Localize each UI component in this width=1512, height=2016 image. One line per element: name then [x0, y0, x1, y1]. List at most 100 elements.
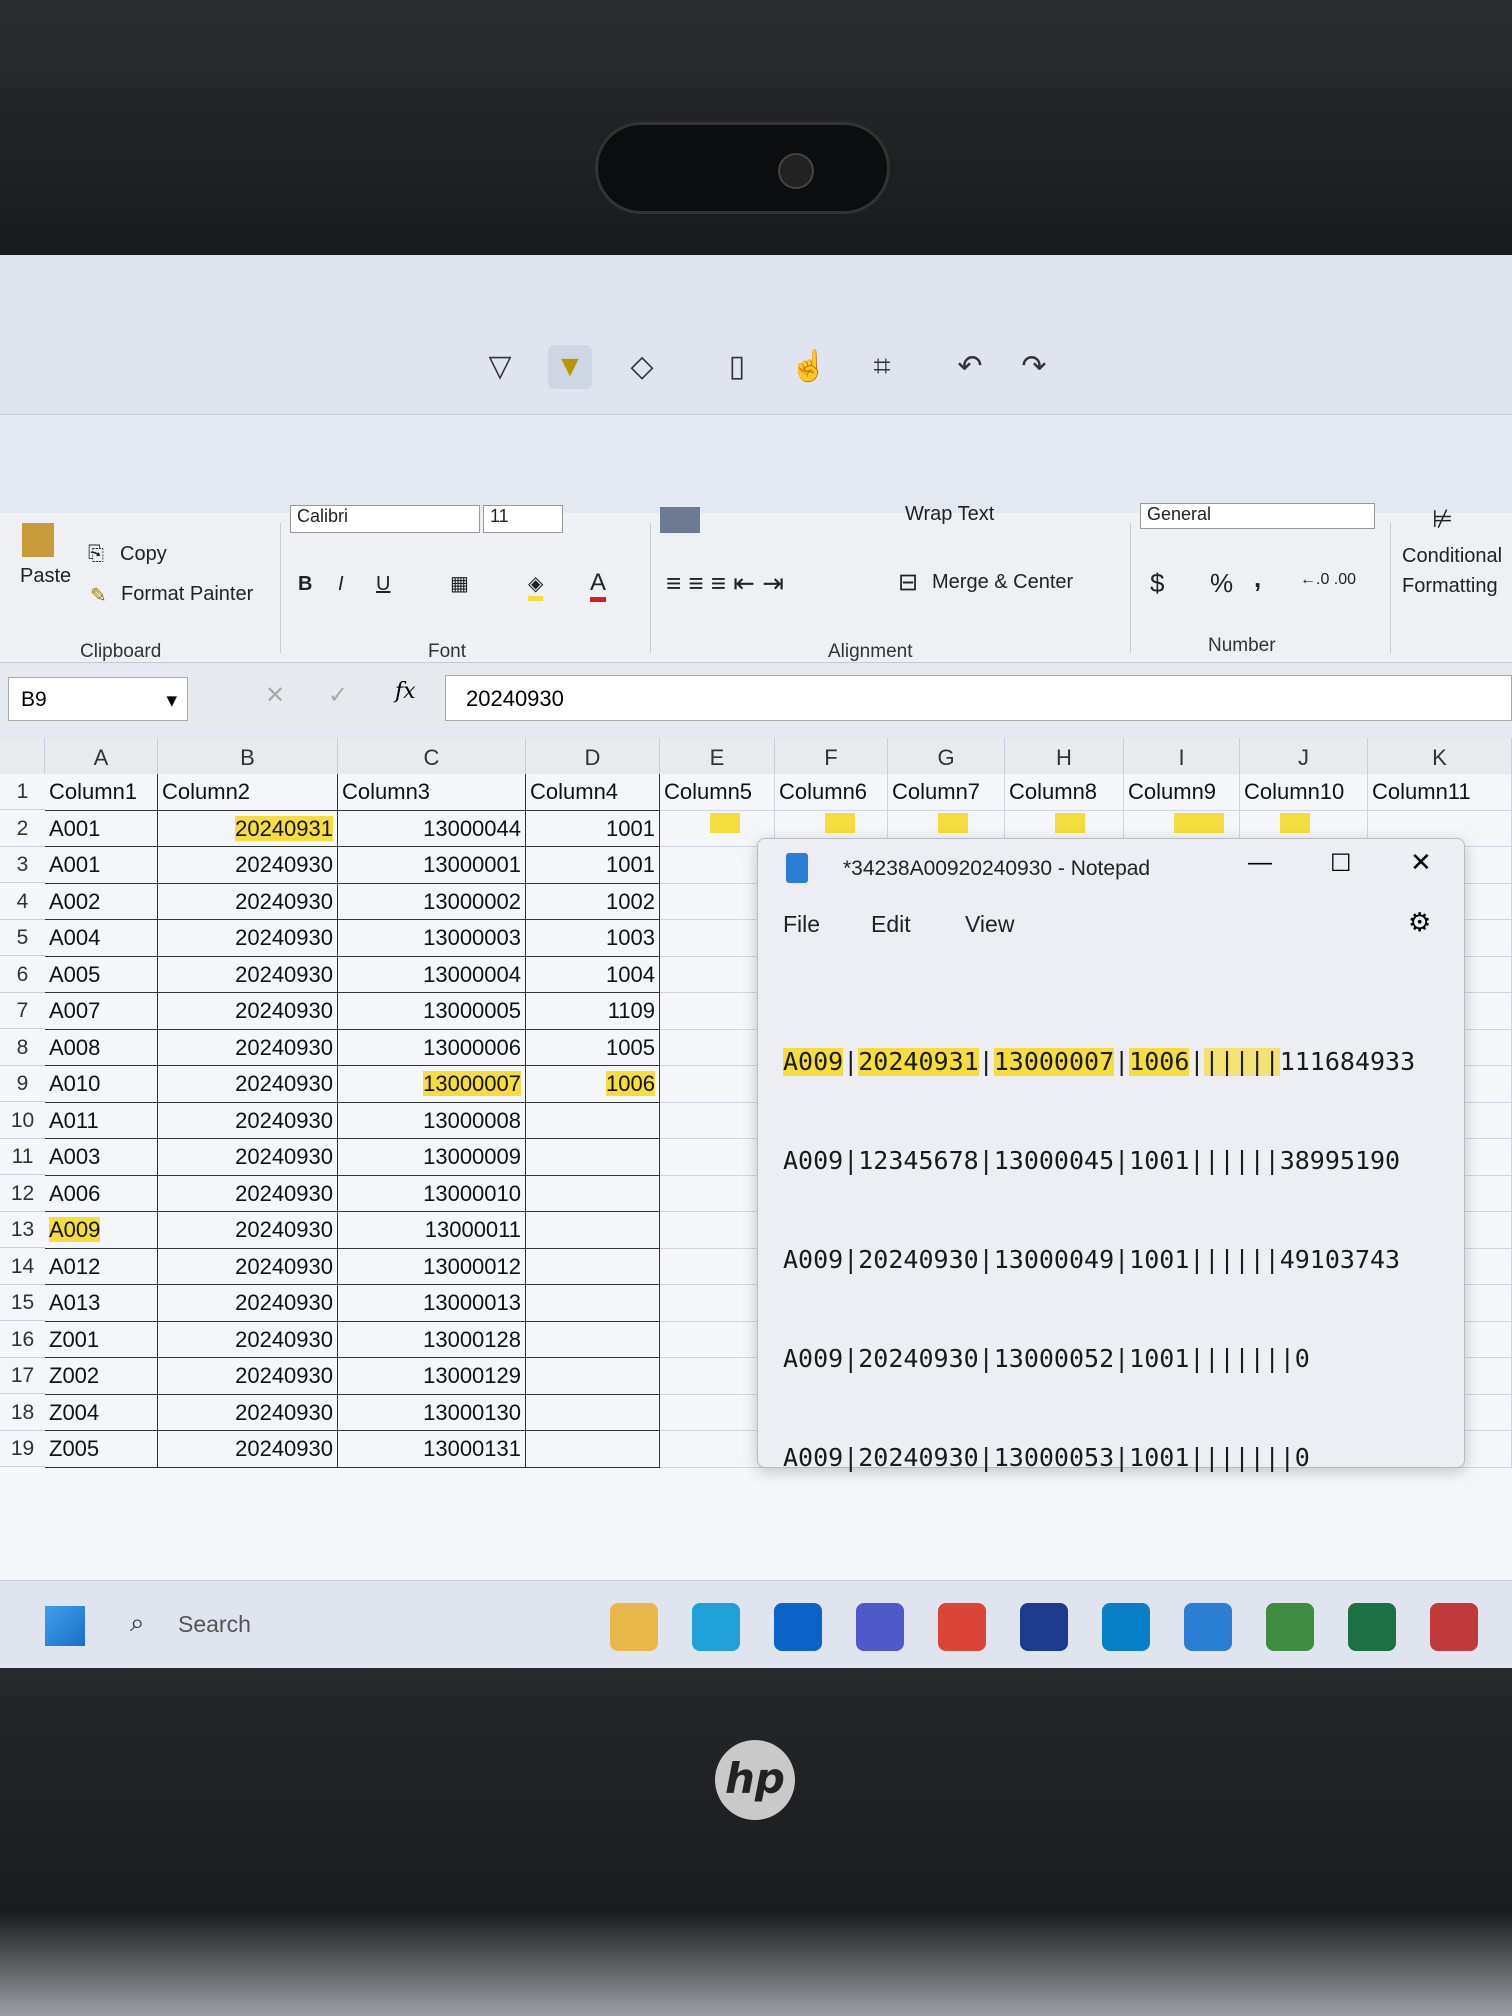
- enter-icon[interactable]: ✓: [328, 681, 348, 710]
- table-cell[interactable]: 1004: [526, 956, 660, 993]
- table-header-cell[interactable]: Column2: [158, 774, 338, 811]
- row-header[interactable]: 9: [0, 1066, 45, 1102]
- column-header-J[interactable]: J: [1240, 738, 1368, 774]
- row-header[interactable]: 7: [0, 993, 45, 1029]
- column-header-K[interactable]: K: [1368, 738, 1512, 774]
- menu-file[interactable]: File: [783, 911, 820, 938]
- name-box[interactable]: B9 ▾: [8, 677, 188, 721]
- column-header-E[interactable]: E: [660, 738, 775, 774]
- outlook-icon[interactable]: [774, 1603, 822, 1651]
- table-cell[interactable]: Z002: [45, 1358, 158, 1395]
- bold-button[interactable]: B: [298, 573, 312, 596]
- table-cell[interactable]: A005: [45, 956, 158, 993]
- table-cell[interactable]: 20240930: [158, 993, 338, 1030]
- table-cell[interactable]: 13000013: [338, 1285, 526, 1322]
- table-cell[interactable]: 1006: [526, 1066, 660, 1103]
- decimal-icons[interactable]: ←.0 .00: [1300, 571, 1356, 589]
- table-cell[interactable]: Z005: [45, 1431, 158, 1468]
- notepad-text-area[interactable]: A009|20240931|13000007|1006||||||1116849…: [783, 979, 1415, 1540]
- table-cell[interactable]: 13000001: [338, 847, 526, 884]
- table-cell[interactable]: 20240931: [158, 810, 338, 847]
- conditional-formatting-button[interactable]: Conditional Formatting: [1402, 541, 1512, 601]
- comma-button[interactable]: ,: [1254, 563, 1261, 594]
- table-cell[interactable]: A004: [45, 920, 158, 957]
- table-cell[interactable]: 13000008: [338, 1102, 526, 1139]
- table-cell[interactable]: 20240930: [158, 1321, 338, 1358]
- table-cell[interactable]: [526, 1248, 660, 1285]
- column-header-D[interactable]: D: [526, 738, 660, 774]
- menu-edit[interactable]: Edit: [871, 911, 911, 938]
- settings-gear-icon[interactable]: ⚙: [1408, 907, 1431, 938]
- italic-button[interactable]: I: [338, 573, 344, 596]
- table-cell[interactable]: 20240930: [158, 1102, 338, 1139]
- table-cell[interactable]: 13000007: [338, 1066, 526, 1103]
- align-icons[interactable]: ≡ ≡ ≡ ⇤ ⇥: [666, 568, 784, 599]
- fill-color-icon[interactable]: ◈: [528, 571, 544, 601]
- table-cell[interactable]: 20240930: [158, 847, 338, 884]
- row-header[interactable]: 16: [0, 1322, 45, 1358]
- column-header-A[interactable]: A: [45, 738, 158, 774]
- row-header[interactable]: 5: [0, 920, 45, 956]
- table-cell[interactable]: 20240930: [158, 1212, 338, 1249]
- table-cell[interactable]: 20240930: [158, 1285, 338, 1322]
- column-header-I[interactable]: I: [1124, 738, 1240, 774]
- teams-icon[interactable]: [856, 1603, 904, 1651]
- table-header-cell[interactable]: Column6: [775, 774, 888, 833]
- table-header-cell[interactable]: Column8: [1005, 774, 1124, 833]
- table-header-cell[interactable]: Column10: [1240, 774, 1368, 833]
- table-cell[interactable]: 13000004: [338, 956, 526, 993]
- table-cell[interactable]: 20240930: [158, 1139, 338, 1176]
- row-header[interactable]: 8: [0, 1030, 45, 1066]
- table-cell[interactable]: A010: [45, 1066, 158, 1103]
- table-cell[interactable]: 13000006: [338, 1029, 526, 1066]
- column-header-F[interactable]: F: [775, 738, 888, 774]
- table-header-cell[interactable]: Column4: [526, 774, 660, 811]
- table-cell[interactable]: A011: [45, 1102, 158, 1139]
- excel-icon[interactable]: [1348, 1603, 1396, 1651]
- column-header-G[interactable]: G: [888, 738, 1005, 774]
- row-header[interactable]: 11: [0, 1139, 45, 1175]
- table-cell[interactable]: [526, 1394, 660, 1431]
- search-icon[interactable]: ⌕: [130, 1607, 145, 1639]
- minimize-button[interactable]: —: [1248, 849, 1272, 877]
- sharepoint-icon[interactable]: [1102, 1603, 1150, 1651]
- table-cell[interactable]: 20240930: [158, 1248, 338, 1285]
- photos-icon[interactable]: [1266, 1603, 1314, 1651]
- table-cell[interactable]: [526, 1175, 660, 1212]
- table-cell[interactable]: 13000002: [338, 883, 526, 920]
- row-header[interactable]: 4: [0, 884, 45, 920]
- row-header[interactable]: 6: [0, 957, 45, 993]
- table-cell[interactable]: A006: [45, 1175, 158, 1212]
- table-cell[interactable]: 1005: [526, 1029, 660, 1066]
- table-cell[interactable]: A001: [45, 810, 158, 847]
- table-cell[interactable]: 13000129: [338, 1358, 526, 1395]
- table-header-cell[interactable]: Column9: [1124, 774, 1240, 833]
- table-cell[interactable]: A007: [45, 993, 158, 1030]
- row-header[interactable]: 19: [0, 1431, 45, 1467]
- select-all-corner[interactable]: [0, 738, 45, 774]
- table-cell[interactable]: A013: [45, 1285, 158, 1322]
- row-header[interactable]: 15: [0, 1285, 45, 1321]
- table-cell[interactable]: 13000131: [338, 1431, 526, 1468]
- table-cell[interactable]: 13000010: [338, 1175, 526, 1212]
- eraser-icon[interactable]: ◇: [620, 345, 664, 389]
- table-cell[interactable]: 20240930: [158, 956, 338, 993]
- table-cell[interactable]: 20240930: [158, 883, 338, 920]
- table-header-cell[interactable]: Column1: [45, 774, 158, 811]
- table-cell[interactable]: 20240930: [158, 1066, 338, 1103]
- font-name-select[interactable]: Calibri: [290, 505, 480, 533]
- table-cell[interactable]: [526, 1431, 660, 1468]
- table-cell[interactable]: 20240930: [158, 1358, 338, 1395]
- row-header[interactable]: 3: [0, 847, 45, 883]
- borders-icon[interactable]: ▦: [450, 571, 469, 596]
- row-header[interactable]: 13: [0, 1212, 45, 1248]
- format-painter-button[interactable]: Format Painter: [121, 583, 253, 606]
- table-cell[interactable]: 13000128: [338, 1321, 526, 1358]
- table-header-cell[interactable]: Column5: [660, 774, 775, 833]
- table-cell[interactable]: 20240930: [158, 1029, 338, 1066]
- table-cell[interactable]: 13000003: [338, 920, 526, 957]
- row-header[interactable]: 10: [0, 1103, 45, 1139]
- taskbar-search[interactable]: Search: [178, 1611, 251, 1638]
- copy-button[interactable]: Copy: [120, 543, 167, 566]
- wrap-text-button[interactable]: Wrap Text: [905, 503, 994, 526]
